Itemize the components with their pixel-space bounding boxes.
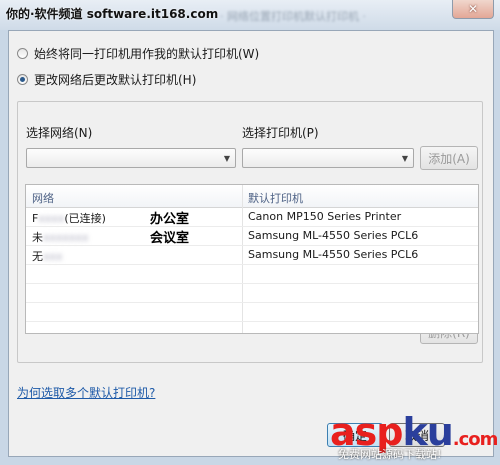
dialog-body: 始终将同一打印机用作我的默认打印机(W) 更改网络后更改默认打印机(H) 选择网… bbox=[8, 30, 494, 457]
network-name: 未 bbox=[32, 231, 43, 244]
annotation-note: 会议室 bbox=[150, 231, 190, 246]
select-network-dropdown[interactable]: ▼ bbox=[26, 148, 236, 168]
select-network-label: 选择网络(N) bbox=[26, 126, 93, 140]
network-cell: 未xxxxxxx bbox=[32, 229, 89, 245]
table-row-empty bbox=[26, 265, 478, 284]
redacted-network-name: xxx bbox=[43, 250, 63, 263]
window-title: · 网络位置打印机默认打印机 · bbox=[220, 10, 366, 23]
radio-change-on-network[interactable] bbox=[17, 74, 28, 85]
network-cell: 无xxx bbox=[32, 248, 63, 264]
printer-cell: Samsung ML-4550 Series PCL6 bbox=[248, 248, 419, 261]
option-always-same-label: 始终将同一打印机用作我的默认打印机(W) bbox=[34, 47, 260, 61]
annotation-note: 办公室 bbox=[150, 212, 190, 227]
printer-cell: Samsung ML-4550 Series PCL6 bbox=[248, 229, 419, 242]
printer-dialog-window: 你的·软件频道 software.it168.com · 网络位置打印机默认打印… bbox=[0, 0, 500, 465]
close-button[interactable]: ✕ bbox=[452, 0, 494, 19]
add-button[interactable]: 添加(A) bbox=[420, 146, 478, 170]
table-header: 网络 默认打印机 bbox=[26, 185, 478, 208]
help-link[interactable]: 为何选取多个默认打印机? bbox=[17, 384, 155, 401]
watermark-com: .com bbox=[452, 429, 499, 450]
column-header-network: 网络 bbox=[32, 192, 54, 205]
network-printer-table: 网络 默认打印机 Fxxxx(已连接) 办公室 Canon MP150 Seri… bbox=[25, 184, 479, 334]
table-row[interactable]: 未xxxxxxx 会议室 Samsung ML-4550 Series PCL6 bbox=[26, 227, 478, 246]
watermark-bottom: aspku.com 免费网站源码下载站! bbox=[330, 410, 500, 465]
radio-always-same[interactable] bbox=[17, 48, 28, 59]
watermark-subtitle: 免费网站源码下载站! bbox=[338, 448, 442, 461]
table-row-empty bbox=[26, 303, 478, 322]
option-always-same[interactable]: 始终将同一打印机用作我的默认打印机(W) bbox=[17, 45, 259, 62]
table-row[interactable]: Fxxxx(已连接) 办公室 Canon MP150 Series Printe… bbox=[26, 208, 478, 227]
watermark-top: 你的·软件频道 software.it168.com bbox=[6, 7, 219, 21]
chevron-down-icon: ▼ bbox=[401, 154, 408, 163]
network-name: 无 bbox=[32, 250, 43, 263]
network-status: (已连接) bbox=[64, 212, 106, 225]
column-header-printer: 默认打印机 bbox=[248, 192, 303, 205]
redacted-network-name: xxxx bbox=[38, 212, 65, 225]
option-change-on-network-label: 更改网络后更改默认打印机(H) bbox=[34, 73, 197, 87]
table-row[interactable]: 无xxx Samsung ML-4550 Series PCL6 bbox=[26, 246, 478, 265]
table-row-empty bbox=[26, 284, 478, 303]
close-icon: ✕ bbox=[467, 2, 479, 16]
printer-cell: Canon MP150 Series Printer bbox=[248, 210, 402, 223]
title-bar: 你的·软件频道 software.it168.com · 网络位置打印机默认打印… bbox=[0, 0, 500, 30]
chevron-down-icon: ▼ bbox=[223, 154, 230, 163]
select-printer-label: 选择打印机(P) bbox=[242, 126, 319, 140]
select-printer-dropdown[interactable]: ▼ bbox=[242, 148, 414, 168]
redacted-network-name: xxxxxxx bbox=[43, 231, 89, 244]
option-change-on-network[interactable]: 更改网络后更改默认打印机(H) bbox=[17, 71, 196, 88]
network-cell: Fxxxx(已连接) bbox=[32, 210, 106, 226]
